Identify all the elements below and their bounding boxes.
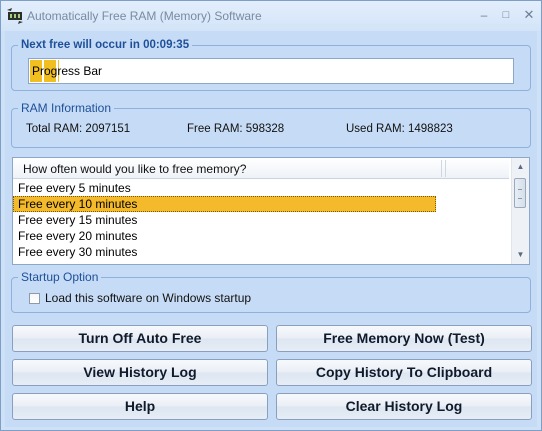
list-item-5-minutes[interactable]: Free every 5 minutes [13, 180, 436, 196]
list-header-label: How often would you like to free memory? [23, 162, 247, 176]
copy-history-button[interactable]: Copy History To Clipboard [276, 359, 532, 386]
timer-label: Next free will occur in 00:09:35 [18, 38, 193, 52]
maximize-button[interactable]: □ [495, 7, 517, 23]
list-scrollbar[interactable]: ▲ ▼ [511, 158, 529, 264]
timer-group: Next free will occur in 00:09:35 Progres… [11, 38, 531, 91]
list-item-10-minutes[interactable]: Free every 10 minutes [13, 196, 436, 212]
progress-bar: Progress Bar [28, 58, 514, 84]
window-title: Automatically Free RAM (Memory) Software [27, 9, 262, 23]
used-ram-value: Used RAM: 1498823 [346, 123, 453, 135]
progress-text: Progress Bar [32, 64, 103, 78]
help-button[interactable]: Help [12, 393, 268, 420]
free-ram-value: Free RAM: 598328 [187, 123, 285, 135]
list-column-header[interactable]: How often would you like to free memory? [13, 158, 509, 179]
total-ram-value: Total RAM: 2097151 [26, 123, 131, 135]
list-items: Free every 5 minutes Free every 10 minut… [13, 180, 509, 260]
startup-checkbox[interactable] [29, 293, 40, 304]
scroll-down-arrow-icon[interactable]: ▼ [512, 248, 529, 262]
free-memory-now-button[interactable]: Free Memory Now (Test) [276, 325, 532, 352]
app-window: Automatically Free RAM (Memory) Software… [0, 0, 542, 431]
list-item-20-minutes[interactable]: Free every 20 minutes [13, 228, 436, 244]
header-divider[interactable] [445, 160, 446, 177]
app-ram-icon [7, 8, 23, 24]
title-bar[interactable]: Automatically Free RAM (Memory) Software… [1, 1, 541, 31]
list-item-15-minutes[interactable]: Free every 15 minutes [13, 212, 436, 228]
startup-checkbox-label[interactable]: Load this software on Windows startup [45, 291, 251, 305]
scroll-thumb[interactable] [514, 178, 526, 208]
frequency-listbox[interactable]: How often would you like to free memory?… [12, 157, 530, 265]
startup-group: Startup Option Load this software on Win… [11, 270, 531, 313]
client-area: Next free will occur in 00:09:35 Progres… [5, 31, 537, 427]
close-button[interactable]: ✕ [518, 7, 540, 23]
minimize-button[interactable]: – [473, 7, 495, 23]
clear-history-log-button[interactable]: Clear History Log [276, 393, 532, 420]
list-item-30-minutes[interactable]: Free every 30 minutes [13, 244, 436, 260]
header-divider[interactable] [441, 160, 442, 177]
startup-label: Startup Option [18, 270, 102, 284]
view-history-log-button[interactable]: View History Log [12, 359, 268, 386]
turn-off-auto-free-button[interactable]: Turn Off Auto Free [12, 325, 268, 352]
ram-info-group: RAM Information Total RAM: 2097151 Free … [11, 101, 531, 148]
ram-info-label: RAM Information [18, 101, 115, 115]
scroll-up-arrow-icon[interactable]: ▲ [512, 160, 529, 174]
